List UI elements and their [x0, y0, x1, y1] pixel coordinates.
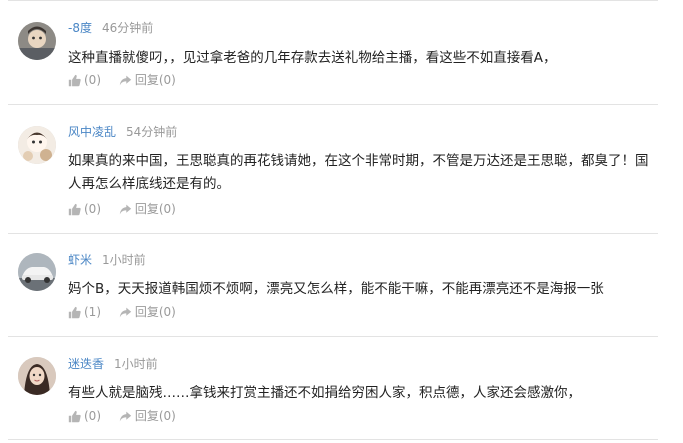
thumbs-up-icon	[68, 74, 81, 86]
comment-actions: (0) 回复(0)	[68, 201, 176, 220]
reply-label: 回复(0)	[134, 73, 176, 87]
reply-button[interactable]: 回复(0)	[119, 72, 176, 88]
avatar[interactable]	[18, 22, 56, 60]
thumbs-up-icon	[68, 203, 81, 215]
separator	[8, 233, 658, 234]
timestamp: 1小时前	[114, 357, 158, 371]
separator	[8, 104, 658, 105]
reply-label: 回复(0)	[134, 305, 176, 319]
share-arrow-icon	[119, 307, 132, 317]
comment-text: 如果真的来中国，王思聪真的再花钱请她，在这个非常时期，不管是万达还是王思聪，都臭…	[68, 153, 649, 192]
avatar[interactable]	[18, 357, 56, 395]
reply-button[interactable]: 回复(0)	[119, 201, 176, 217]
comment-meta: 迷迭香 1小时前	[68, 356, 158, 372]
like-count: (0)	[84, 202, 101, 216]
reply-button[interactable]: 回复(0)	[119, 304, 176, 320]
thumbs-up-icon	[68, 306, 81, 318]
like-button[interactable]: (0)	[68, 408, 101, 424]
timestamp: 46分钟前	[101, 21, 154, 35]
timestamp: 54分钟前	[126, 125, 178, 139]
comment-actions: (0) 回复(0)	[68, 408, 176, 427]
timestamp: 1小时前	[102, 253, 146, 267]
user-avatar-car-photo-icon	[18, 253, 56, 291]
user-avatar-child-photo-icon	[18, 22, 56, 60]
share-arrow-icon	[119, 204, 132, 214]
separator	[8, 439, 658, 440]
reply-button[interactable]: 回复(0)	[119, 408, 176, 424]
comment-text: 这种直播就傻叼，，见过拿老爸的几年存款去送礼物给主播，看这些不如直接看A，	[68, 50, 557, 66]
comment-meta: 虾米 1小时前	[68, 252, 146, 268]
avatar[interactable]	[18, 253, 56, 291]
like-button[interactable]: (0)	[68, 201, 101, 217]
comment-text: 有些人就是脑残……拿钱来打赏主播还不如捐给穷困人家，积点德，人家还会感激你，	[68, 385, 581, 401]
username-link[interactable]: 迷迭香	[68, 357, 104, 371]
comment-actions: (0) 回复(0)	[68, 72, 176, 91]
comment-text: 妈个B，天天报道韩国烦不烦啊，漂亮又怎么样，能不能干嘛，不能再漂亮还不是海报一张	[68, 281, 604, 297]
username-link[interactable]: -8度	[68, 21, 92, 35]
share-arrow-icon	[119, 411, 132, 421]
reply-label: 回复(0)	[134, 202, 176, 216]
like-button[interactable]: (1)	[68, 304, 101, 320]
like-count: (0)	[84, 409, 101, 423]
comment-actions: (1) 回复(0)	[68, 304, 176, 323]
avatar[interactable]	[18, 126, 56, 164]
separator	[8, 336, 658, 337]
comment-meta: 风中凌乱 54分钟前	[68, 124, 177, 140]
username-link[interactable]: 风中凌乱	[68, 125, 116, 139]
like-button[interactable]: (0)	[68, 72, 101, 88]
share-arrow-icon	[119, 75, 132, 85]
separator-top	[8, 0, 658, 1]
thumbs-up-icon	[68, 410, 81, 422]
reply-label: 回复(0)	[134, 409, 176, 423]
user-avatar-portrait-photo-icon	[18, 357, 56, 395]
user-avatar-cartoon-photo-icon	[18, 126, 56, 164]
like-count: (1)	[84, 305, 101, 319]
like-count: (0)	[84, 73, 101, 87]
username-link[interactable]: 虾米	[68, 253, 92, 267]
comment-meta: -8度 46分钟前	[68, 20, 153, 36]
